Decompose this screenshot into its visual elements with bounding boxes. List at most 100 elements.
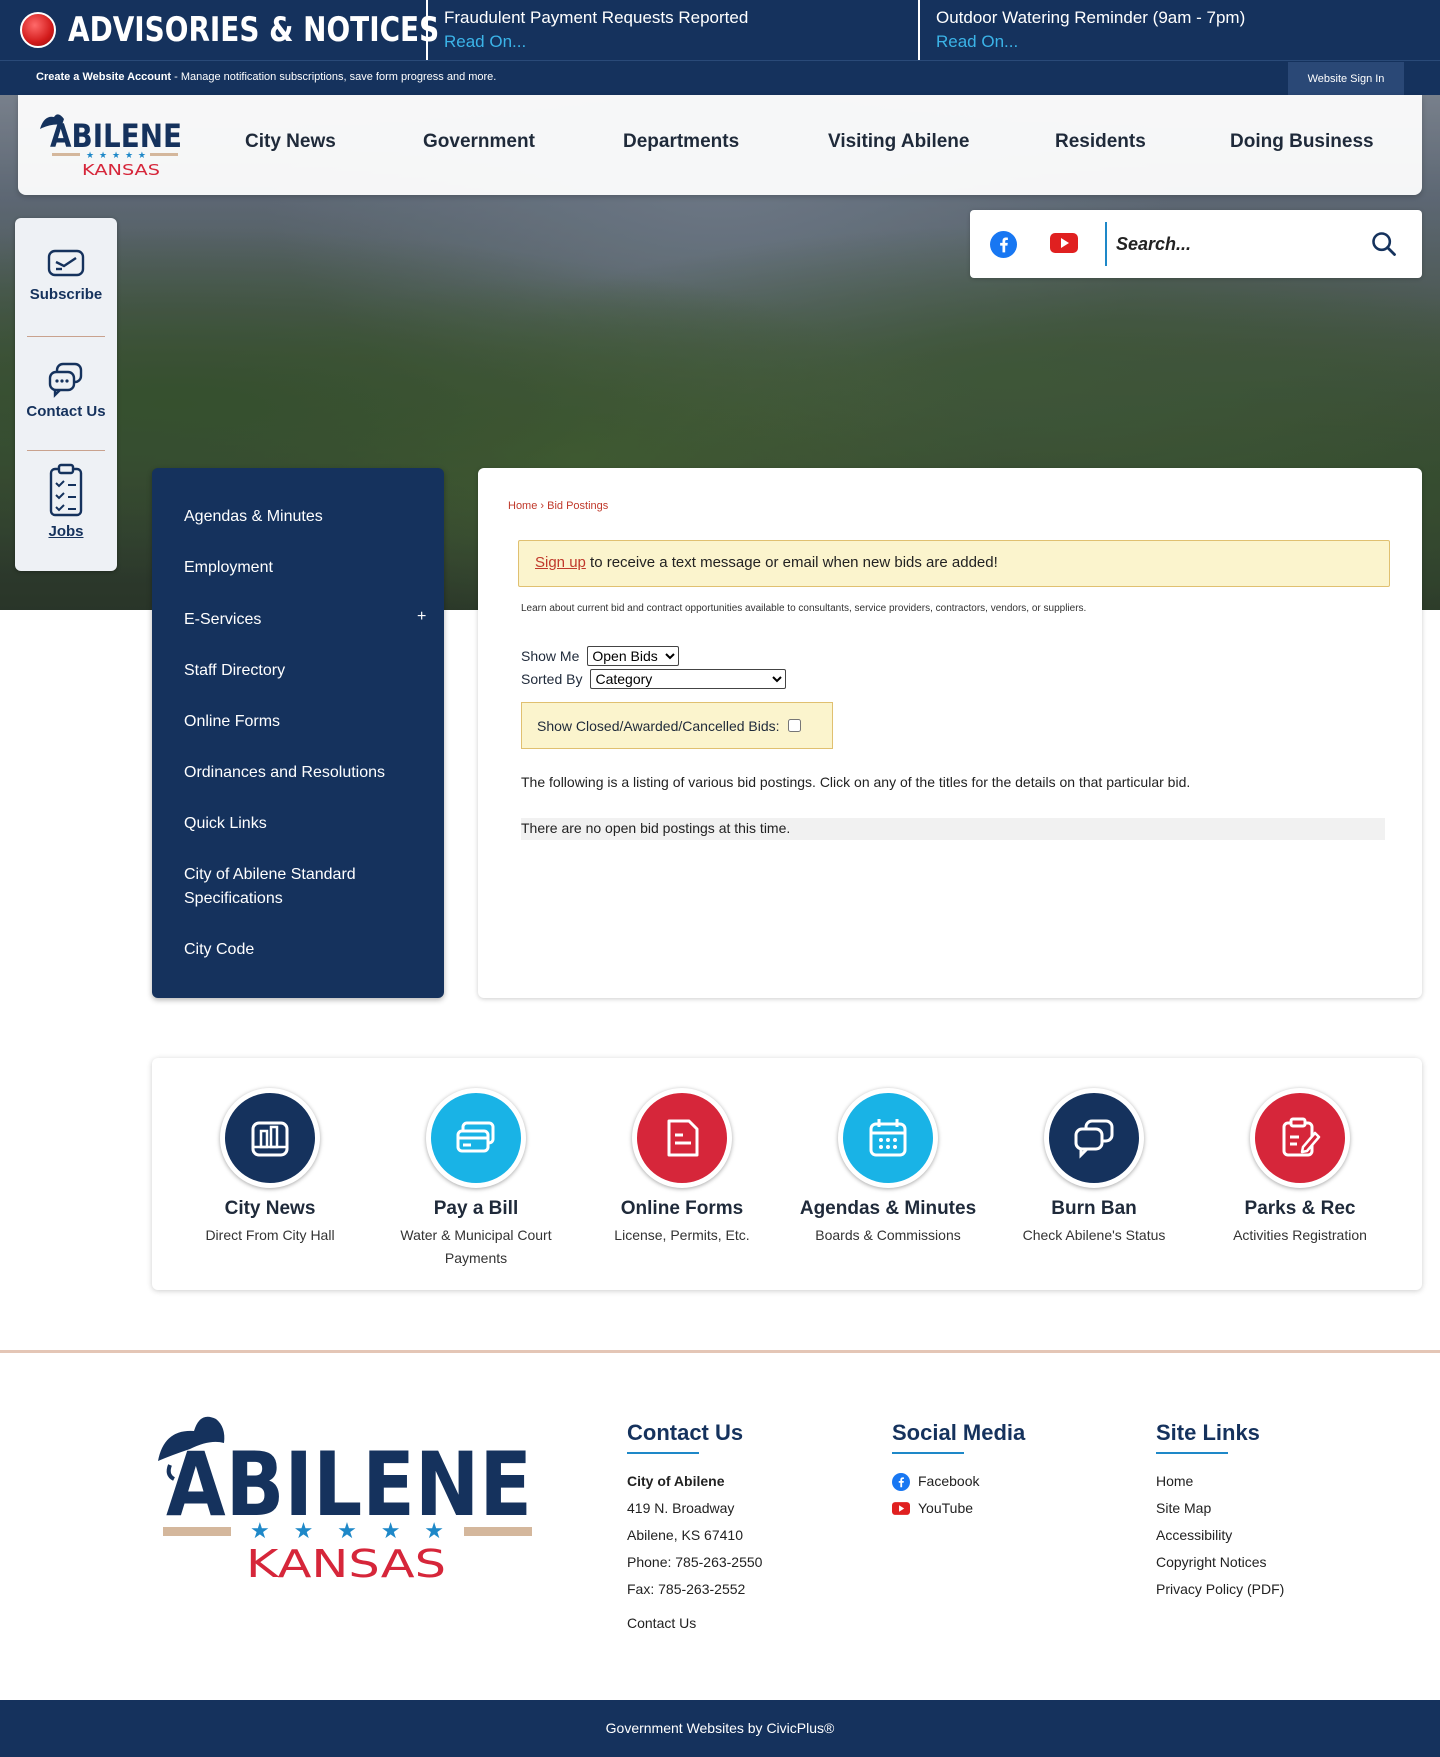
side-nav-online-forms[interactable]: Online Forms <box>184 710 424 734</box>
account-bar: Create a Website Account - Manage notifi… <box>0 60 1440 95</box>
side-nav-e-services[interactable]: E-Services <box>184 608 424 632</box>
tile-subtitle: Check Abilene's Status <box>1022 1227 1166 1243</box>
contact-us-button[interactable]: Contact Us <box>15 361 117 420</box>
footer-divider <box>0 1350 1440 1353</box>
tile-pay-a-bill[interactable]: Pay a Bill Water & Municipal Court Payme… <box>376 1088 576 1270</box>
quick-access-tiles: City News Direct From City Hall Pay a Bi… <box>152 1058 1422 1290</box>
side-nav-city-code[interactable]: City Code <box>184 938 424 962</box>
facebook-icon <box>892 1472 910 1491</box>
website-sign-in-button[interactable]: Website Sign In <box>1288 62 1404 95</box>
advisory-headline: Fraudulent Payment Requests Reported <box>444 8 749 27</box>
intro-text: Learn about current bid and contract opp… <box>521 603 1087 614</box>
phone: Phone: 785-263-2550 <box>627 1554 763 1570</box>
read-on-link[interactable]: Read On... <box>444 30 916 54</box>
nav-visiting-abilene[interactable]: Visiting Abilene <box>828 131 969 153</box>
footer-link-site-map[interactable]: Site Map <box>1156 1495 1284 1522</box>
footer-site-links-heading: Site Links <box>1156 1420 1260 1445</box>
abilene-footer-logo[interactable]: ABILENE ★ ★ ★ ★ ★ KANSAS <box>150 1405 535 1590</box>
footer-link-privacy-policy[interactable]: Privacy Policy (PDF) <box>1156 1576 1284 1603</box>
tile-subtitle: Direct From City Hall <box>205 1227 335 1243</box>
side-nav-employment[interactable]: Employment <box>184 556 424 580</box>
side-nav-standard-specifications[interactable]: City of Abilene Standard Specifications <box>184 863 424 911</box>
breadcrumb: Home › Bid Postings <box>508 500 608 512</box>
expand-e-services-button[interactable]: + <box>417 608 426 626</box>
nav-residents[interactable]: Residents <box>1055 131 1146 153</box>
tile-agendas-minutes[interactable]: Agendas & Minutes Boards & Commissions <box>788 1088 988 1247</box>
create-account-link[interactable]: Create a Website Account <box>36 71 171 83</box>
sorted-by-select[interactable]: Category <box>590 669 787 689</box>
tile-subtitle: Boards & Commissions <box>815 1227 961 1243</box>
tile-online-forms[interactable]: Online Forms License, Permits, Etc. <box>582 1088 782 1247</box>
tile-burn-ban[interactable]: Burn Ban Check Abilene's Status <box>994 1088 1194 1247</box>
signup-notice: Sign up to receive a text message or ema… <box>518 540 1390 587</box>
svg-text:ABILENE: ABILENE <box>50 117 182 155</box>
side-nav-quick-links[interactable]: Quick Links <box>184 812 424 836</box>
social-search-bar <box>970 210 1422 278</box>
divider <box>27 450 105 451</box>
side-nav-agendas[interactable]: Agendas & Minutes <box>184 505 424 529</box>
footer-link-home[interactable]: Home <box>1156 1468 1284 1495</box>
advisory-item[interactable]: Outdoor Watering Reminder (9am - 7pm) Re… <box>918 0 1418 60</box>
footer-contact: Contact Us City of Abilene 419 N. Broadw… <box>627 1420 762 1637</box>
footer-link-copyright[interactable]: Copyright Notices <box>1156 1549 1284 1576</box>
footer-contact-link[interactable]: Contact Us <box>627 1610 762 1637</box>
search-icon[interactable] <box>1370 230 1398 258</box>
bid-postings-content: Home › Bid Postings Sign up to receive a… <box>478 468 1422 998</box>
advisory-heading: ADVISORIES & NOTICES <box>68 10 440 50</box>
abilene-logo[interactable]: ABILENE ★ ★ ★ ★ ★ KANSAS <box>34 107 184 183</box>
footer-link-accessibility[interactable]: Accessibility <box>1156 1522 1284 1549</box>
footer-site-links: Site Links Home Site Map Accessibility C… <box>1156 1420 1284 1603</box>
alert-icon <box>20 12 56 48</box>
credit-card-icon <box>426 1088 526 1188</box>
heading-underline <box>1156 1452 1228 1454</box>
show-closed-label: Show Closed/Awarded/Cancelled Bids: <box>537 717 780 734</box>
address-line-1: 419 N. Broadway <box>627 1500 735 1516</box>
sign-up-link[interactable]: Sign up <box>535 554 586 571</box>
nav-city-news[interactable]: City News <box>245 131 336 153</box>
footer-facebook-link[interactable]: Facebook <box>892 1468 1025 1495</box>
fax: Fax: 785-263-2552 <box>627 1581 746 1597</box>
building-icon <box>220 1088 320 1188</box>
subscribe-label: Subscribe <box>29 286 103 303</box>
show-me-row: Show Me Open Bids <box>521 646 680 666</box>
nav-doing-business[interactable]: Doing Business <box>1230 131 1374 153</box>
tile-title: Burn Ban <box>1051 1198 1137 1219</box>
show-closed-checkbox[interactable] <box>787 719 801 732</box>
search-input[interactable] <box>1116 224 1356 264</box>
breadcrumb-current-link[interactable]: Bid Postings <box>547 500 608 512</box>
tile-title: Parks & Rec <box>1244 1198 1356 1219</box>
facebook-icon[interactable] <box>990 231 1017 258</box>
civicplus-credit[interactable]: Government Websites by CivicPlus® <box>0 1700 1440 1757</box>
calendar-icon <box>838 1088 938 1188</box>
divider <box>27 336 105 337</box>
subscribe-button[interactable]: Subscribe <box>15 248 117 303</box>
clipboard-edit-icon <box>1250 1088 1350 1188</box>
show-closed-bids-box: Show Closed/Awarded/Cancelled Bids: <box>521 702 833 749</box>
listing-description: The following is a listing of various bi… <box>521 774 1191 790</box>
contact-us-label: Contact Us <box>26 403 106 420</box>
chat-bubbles-icon <box>48 362 83 398</box>
side-nav-ordinances[interactable]: Ordinances and Resolutions <box>184 761 424 785</box>
breadcrumb-home-link[interactable]: Home <box>508 500 537 512</box>
tile-title: Agendas & Minutes <box>799 1198 977 1219</box>
tile-title: City News <box>224 1198 316 1219</box>
svg-text:★ ★ ★ ★ ★: ★ ★ ★ ★ ★ <box>86 151 146 161</box>
side-nav-staff-directory[interactable]: Staff Directory <box>184 659 424 683</box>
read-on-link[interactable]: Read On... <box>936 30 1418 54</box>
show-me-select[interactable]: Open Bids <box>587 646 680 666</box>
nav-government[interactable]: Government <box>423 131 535 153</box>
footer-youtube-link[interactable]: YouTube <box>892 1495 1025 1522</box>
tile-title: Online Forms <box>620 1198 744 1219</box>
nav-departments[interactable]: Departments <box>623 131 739 153</box>
facebook-label: Facebook <box>918 1473 980 1489</box>
youtube-icon <box>892 1502 910 1515</box>
advisory-item[interactable]: Fraudulent Payment Requests Reported Rea… <box>426 0 916 60</box>
youtube-label: YouTube <box>918 1500 974 1516</box>
side-nav: Agendas & Minutes Employment E-Services … <box>152 468 444 998</box>
tile-city-news[interactable]: City News Direct From City Hall <box>170 1088 370 1247</box>
tile-subtitle: Activities Registration <box>1233 1227 1367 1243</box>
jobs-button[interactable]: Jobs <box>15 463 117 540</box>
advisory-bar: ADVISORIES & NOTICES Fraudulent Payment … <box>0 0 1440 60</box>
youtube-icon[interactable] <box>1050 233 1078 253</box>
tile-parks-rec[interactable]: Parks & Rec Activities Registration <box>1200 1088 1400 1247</box>
